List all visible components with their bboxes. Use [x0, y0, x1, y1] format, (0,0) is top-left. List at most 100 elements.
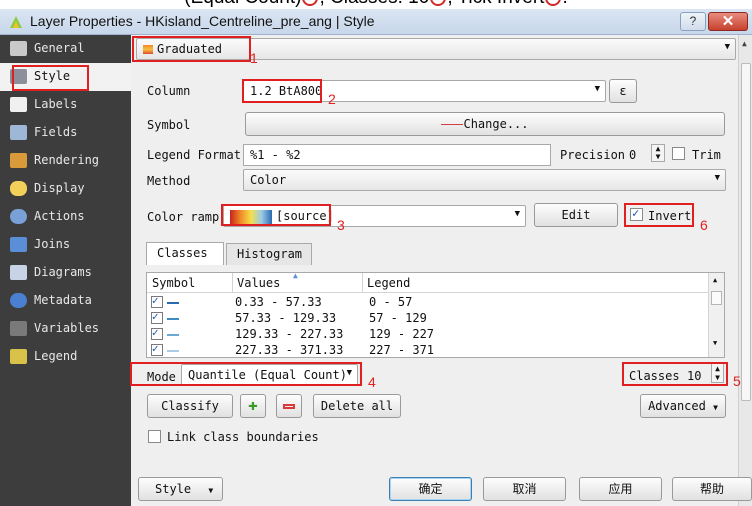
- precision-value[interactable]: 0: [629, 148, 636, 162]
- sidebar-item-joins[interactable]: Joins: [0, 231, 131, 259]
- advanced-label: Advanced: [648, 399, 706, 413]
- color-ramp-select[interactable]: [source] ▼: [223, 205, 526, 227]
- style-menu-label: Style: [155, 482, 192, 496]
- row-legend[interactable]: 129 - 227: [369, 327, 434, 341]
- sidebar-item-fields[interactable]: Fields: [0, 119, 131, 147]
- row-legend[interactable]: 57 - 129: [369, 311, 427, 325]
- style-menu-button[interactable]: Style ▼: [138, 477, 223, 501]
- table-scrollbar[interactable]: ▲ ▼: [708, 273, 724, 357]
- sidebar-item-label: General: [34, 41, 85, 55]
- symbol-change-button[interactable]: Change...: [245, 112, 725, 136]
- method-label: Method: [147, 174, 191, 188]
- annotation-number-3: 3: [337, 217, 345, 233]
- sidebar-item-style[interactable]: Style: [0, 63, 131, 91]
- scroll-up-icon[interactable]: ▲: [713, 276, 717, 284]
- trim-checkbox[interactable]: [672, 147, 685, 160]
- row-checkbox[interactable]: [151, 326, 163, 340]
- qgis-logo-icon: [10, 16, 22, 28]
- row-values[interactable]: 227.33 - 371.33: [235, 343, 343, 357]
- panel-scrollbar[interactable]: ▲ ▼: [738, 35, 752, 506]
- symbol-swatch[interactable]: [167, 302, 179, 304]
- ok-button[interactable]: 确定: [389, 477, 472, 501]
- table-scrollbar-thumb[interactable]: [711, 291, 722, 305]
- table-row[interactable]: 0.33 - 57.33 0 - 57: [147, 294, 710, 310]
- sidebar-item-labels[interactable]: Labels: [0, 91, 131, 119]
- symbol-label: Symbol: [147, 118, 191, 132]
- table-icon: [10, 125, 27, 140]
- annotation-number-4: 4: [368, 374, 376, 390]
- invert-checkbox[interactable]: [630, 206, 643, 221]
- wrench-icon: [10, 41, 27, 56]
- renderer-select[interactable]: Graduated ▼: [136, 38, 736, 60]
- table-row[interactable]: 227.33 - 371.33 227 - 371: [147, 342, 710, 357]
- row-legend[interactable]: 0 - 57: [369, 295, 412, 309]
- mode-select[interactable]: Quantile (Equal Count) ▼: [181, 364, 358, 386]
- symbol-swatch[interactable]: [167, 334, 179, 336]
- tab-histogram[interactable]: Histogram: [226, 243, 312, 265]
- link-boundaries-checkbox[interactable]: [148, 430, 161, 443]
- color-ramp-edit-button[interactable]: Edit: [534, 203, 618, 227]
- help-title-button[interactable]: ?: [680, 12, 706, 31]
- sidebar-item-display[interactable]: Display: [0, 175, 131, 203]
- symbol-swatch[interactable]: [167, 318, 179, 320]
- cancel-button[interactable]: 取消: [483, 477, 566, 501]
- sidebar-item-variables[interactable]: Variables: [0, 315, 131, 343]
- scroll-down-icon[interactable]: ▼: [713, 339, 717, 347]
- method-select[interactable]: Color ▼: [243, 169, 726, 191]
- row-values[interactable]: 57.33 - 129.33: [235, 311, 336, 325]
- table-row[interactable]: 129.33 - 227.33 129 - 227: [147, 326, 710, 342]
- tutorial-caption: (Equal Count) , Classes: 10 , Tick Invert.: [0, 0, 752, 9]
- classify-button[interactable]: Classify: [147, 394, 233, 418]
- remove-class-button[interactable]: [276, 394, 302, 418]
- chevron-down-icon: ▼: [514, 209, 520, 219]
- window-title: Layer Properties - HKisland_Centreline_p…: [30, 13, 375, 29]
- sidebar-item-legend[interactable]: Legend: [0, 343, 131, 371]
- row-checkbox[interactable]: [151, 310, 163, 324]
- sidebar-item-rendering[interactable]: Rendering: [0, 147, 131, 175]
- column-label: Column: [147, 84, 191, 98]
- sidebar-item-label: Metadata: [34, 293, 92, 307]
- scrollbar-thumb[interactable]: [741, 63, 751, 401]
- close-button[interactable]: ✕: [708, 12, 748, 31]
- sidebar-item-general[interactable]: General: [0, 35, 131, 63]
- chevron-down-icon: ▼: [713, 403, 718, 412]
- join-arrow-icon: [10, 237, 27, 252]
- row-checkbox[interactable]: [151, 342, 163, 356]
- row-values[interactable]: 0.33 - 57.33: [235, 295, 322, 309]
- table-row[interactable]: 57.33 - 129.33 57 - 129: [147, 310, 710, 326]
- sidebar-item-metadata[interactable]: Metadata: [0, 287, 131, 315]
- color-ramp-label: Color ramp: [147, 210, 220, 224]
- header-values[interactable]: Values: [237, 276, 280, 290]
- classes-count-value[interactable]: 10: [687, 369, 701, 383]
- expression-button[interactable]: ε: [609, 79, 637, 103]
- column-select[interactable]: 1.2 BtA800 ▼: [243, 80, 606, 102]
- annotation-circle-6: [545, 0, 562, 6]
- classes-count-label: Classes: [629, 369, 680, 383]
- delete-all-button[interactable]: Delete all: [313, 394, 401, 418]
- header-legend[interactable]: Legend: [367, 276, 410, 290]
- row-legend[interactable]: 227 - 371: [369, 343, 434, 357]
- apply-button[interactable]: 应用: [579, 477, 662, 501]
- tab-classes[interactable]: Classes: [146, 242, 224, 265]
- advanced-button[interactable]: Advanced ▼: [640, 394, 726, 418]
- legend-format-input[interactable]: %1 - %2: [243, 144, 551, 166]
- symbol-swatch[interactable]: [167, 350, 179, 352]
- plus-icon: ✚: [248, 395, 258, 414]
- header-symbol[interactable]: Symbol: [152, 276, 195, 290]
- scroll-up-icon[interactable]: ▲: [742, 39, 747, 48]
- epsilon-icon: [10, 321, 27, 336]
- sidebar-item-label: Rendering: [34, 153, 100, 167]
- sidebar-item-diagrams[interactable]: Diagrams: [0, 259, 131, 287]
- row-checkbox[interactable]: [151, 294, 163, 308]
- header-divider: [362, 273, 363, 293]
- precision-label: Precision: [560, 148, 626, 162]
- table-header: Symbol Values ▲ Legend: [147, 273, 710, 293]
- sidebar-item-actions[interactable]: Actions: [0, 203, 131, 231]
- sidebar-item-label: Legend: [34, 349, 78, 363]
- chevron-down-icon: ▼: [724, 42, 730, 52]
- precision-spinner[interactable]: ▲ ▼: [651, 144, 665, 162]
- row-values[interactable]: 129.33 - 227.33: [235, 327, 343, 341]
- classes-spinner[interactable]: ▲ ▼: [711, 363, 724, 383]
- help-button[interactable]: 帮助: [672, 477, 752, 501]
- add-class-button[interactable]: ✚: [240, 394, 266, 418]
